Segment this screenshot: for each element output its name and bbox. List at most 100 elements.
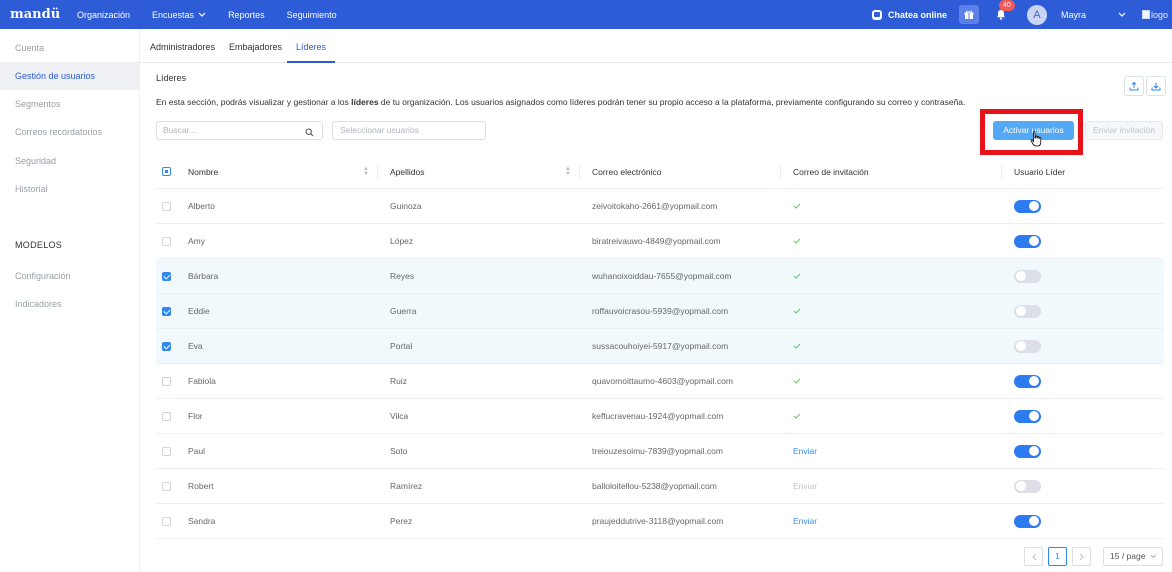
hand-cursor-icon (1030, 131, 1042, 147)
cell-correo: zeivoitokaho-2661@yopmail.com (592, 201, 718, 211)
cell-nombre: Bárbara (188, 271, 219, 281)
table-row[interactable]: Amy López biratreivauwo-4849@yopmail.com (156, 224, 1164, 259)
sidebar-item-indicadores[interactable]: Indicadores (0, 290, 140, 318)
per-page-select[interactable]: 15 / page (1103, 547, 1163, 566)
leader-toggle[interactable] (1014, 514, 1041, 528)
select-all-checkbox[interactable] (162, 167, 171, 176)
row-select-cell (162, 399, 171, 433)
table-row[interactable]: Eddie Guerra roffauvoicrasou-5939@yopmail.… (156, 294, 1164, 329)
upload-button[interactable] (1124, 76, 1144, 96)
row-select-cell (162, 434, 171, 468)
cell-correo: biratreivauwo-4849@yopmail.com (592, 236, 721, 246)
cell-nombre: Fabiola (188, 376, 216, 386)
cell-nombre: Flor (188, 411, 203, 421)
avatar[interactable]: A (1026, 4, 1047, 25)
user-menu-chevron-icon[interactable] (1118, 10, 1126, 20)
row-select-cell (162, 329, 171, 363)
page-description: En esta sección, podrás visualizar y ges… (156, 97, 965, 107)
table-row[interactable]: Flor Vilca keffucravenau-1924@yopmail.com (156, 399, 1164, 434)
table-row[interactable]: Alberto Guinoza zeivoitokaho-2661@yopmail.… (156, 189, 1164, 224)
row-checkbox[interactable] (162, 236, 171, 246)
nav-seguimiento[interactable]: Seguimiento (287, 10, 337, 20)
sidebar-item-gestion-usuarios[interactable]: Gestión de usuarios (0, 62, 140, 90)
column-header-correo: Correo electrónico (592, 166, 662, 177)
cell-apellidos: Reyes (390, 271, 415, 281)
tab-administradores[interactable]: Administradores (150, 29, 215, 63)
cell-invitacion: Enviar (793, 434, 817, 468)
leader-toggle[interactable] (1014, 444, 1041, 458)
search-input[interactable]: Buscar... (156, 121, 323, 140)
download-button[interactable] (1146, 76, 1166, 96)
send-invite-link[interactable]: Enviar (793, 516, 817, 526)
leader-toggle[interactable] (1014, 199, 1041, 213)
sidebar-item-historial[interactable]: Historial (0, 175, 140, 203)
check-icon (793, 306, 801, 317)
cell-lider (1014, 364, 1041, 398)
table-row[interactable]: Paul Soto treiouzesoimu-7839@yopmail.com En… (156, 434, 1164, 469)
leader-toggle[interactable] (1014, 374, 1041, 388)
notifications-button[interactable]: 40 (991, 0, 1015, 25)
sidebar-item-correos-recordatorios[interactable]: Correos recordatorios (0, 118, 140, 146)
user-name[interactable]: Mayra (1061, 10, 1086, 20)
row-select-cell (162, 504, 171, 538)
row-checkbox[interactable] (162, 516, 171, 526)
column-header-lider: Usuario Líder (1014, 166, 1066, 177)
sort-apellidos-icon[interactable]: ▲ ▼ (565, 166, 571, 177)
leader-toggle[interactable] (1014, 479, 1041, 493)
sort-nombre-icon[interactable]: ▲ ▼ (363, 166, 369, 177)
table-row[interactable]: Sandra Perez praujeddutrive-3118@yopmail.c… (156, 504, 1164, 539)
leader-toggle[interactable] (1014, 339, 1041, 353)
table-row[interactable]: Bárbara Reyes wuhanoixoiddau-7655@yopmail.… (156, 259, 1164, 294)
cell-apellidos: Portal (390, 341, 413, 351)
send-invite-link[interactable]: Enviar (793, 446, 817, 456)
sidebar-item-configuracion[interactable]: Configuración (0, 262, 140, 290)
row-checkbox[interactable] (162, 306, 171, 316)
leader-toggle[interactable] (1014, 269, 1041, 283)
notification-badge: 40 (998, 0, 1015, 11)
cell-nombre: Sandra (188, 516, 216, 526)
row-checkbox[interactable] (162, 271, 171, 281)
sidebar-item-seguridad[interactable]: Seguridad (0, 147, 140, 175)
tab-embajadores[interactable]: Embajadores (229, 29, 282, 63)
nav-organizacion[interactable]: Organización (77, 10, 130, 20)
sidebar-item-cuenta[interactable]: Cuenta (0, 34, 140, 62)
chevron-right-icon (1079, 553, 1084, 560)
cell-lider (1014, 434, 1041, 468)
row-checkbox[interactable] (162, 411, 171, 421)
nav-reportes[interactable]: Reportes (228, 10, 265, 20)
check-icon (793, 201, 801, 212)
tab-lideres[interactable]: Líderes (287, 29, 336, 63)
page-number-current[interactable]: 1 (1048, 547, 1067, 566)
bell-icon (996, 10, 1005, 20)
app-logo[interactable]: mandü (10, 7, 66, 22)
row-checkbox[interactable] (162, 446, 171, 456)
row-select-cell (162, 189, 171, 223)
select-users-dropdown[interactable]: Seleccionar usuarios (332, 121, 486, 140)
row-checkbox[interactable] (162, 341, 171, 351)
row-select-cell (162, 294, 171, 328)
cell-invitacion (793, 364, 801, 398)
download-icon (1151, 82, 1161, 91)
chat-online-button[interactable]: Chatea online (871, 9, 947, 20)
table-row[interactable]: Robert Ramírez balloloitellou-5238@yopmail… (156, 469, 1164, 504)
next-page-button[interactable] (1072, 547, 1091, 566)
leader-toggle[interactable] (1014, 409, 1041, 423)
leader-toggle[interactable] (1014, 304, 1041, 318)
description-text-1: En esta sección, podrás visualizar y ges… (156, 97, 352, 107)
table-row[interactable]: Eva Portal sussacouhoiyei-5917@yopmail.com (156, 329, 1164, 364)
nav-encuestas[interactable]: Encuestas (152, 10, 206, 20)
cell-correo: wuhanoixoiddau-7655@yopmail.com (592, 271, 732, 281)
cell-lider (1014, 399, 1041, 433)
gift-button[interactable] (958, 5, 979, 24)
sidebar-item-segmentos[interactable]: Segmentos (0, 90, 140, 118)
prev-page-button[interactable] (1024, 547, 1043, 566)
sidebar-section-title: MODELOS (15, 240, 63, 250)
send-invitation-button[interactable]: Enviar invitación (1085, 121, 1163, 140)
chevron-down-icon (198, 11, 206, 20)
leader-toggle[interactable] (1014, 234, 1041, 248)
row-checkbox[interactable] (162, 481, 171, 491)
row-checkbox[interactable] (162, 201, 171, 211)
row-checkbox[interactable] (162, 376, 171, 386)
table-row[interactable]: Fabiola Ruiz quavomoittaumo-4603@yopmail.c… (156, 364, 1164, 399)
cell-apellidos: Vilca (390, 411, 409, 421)
